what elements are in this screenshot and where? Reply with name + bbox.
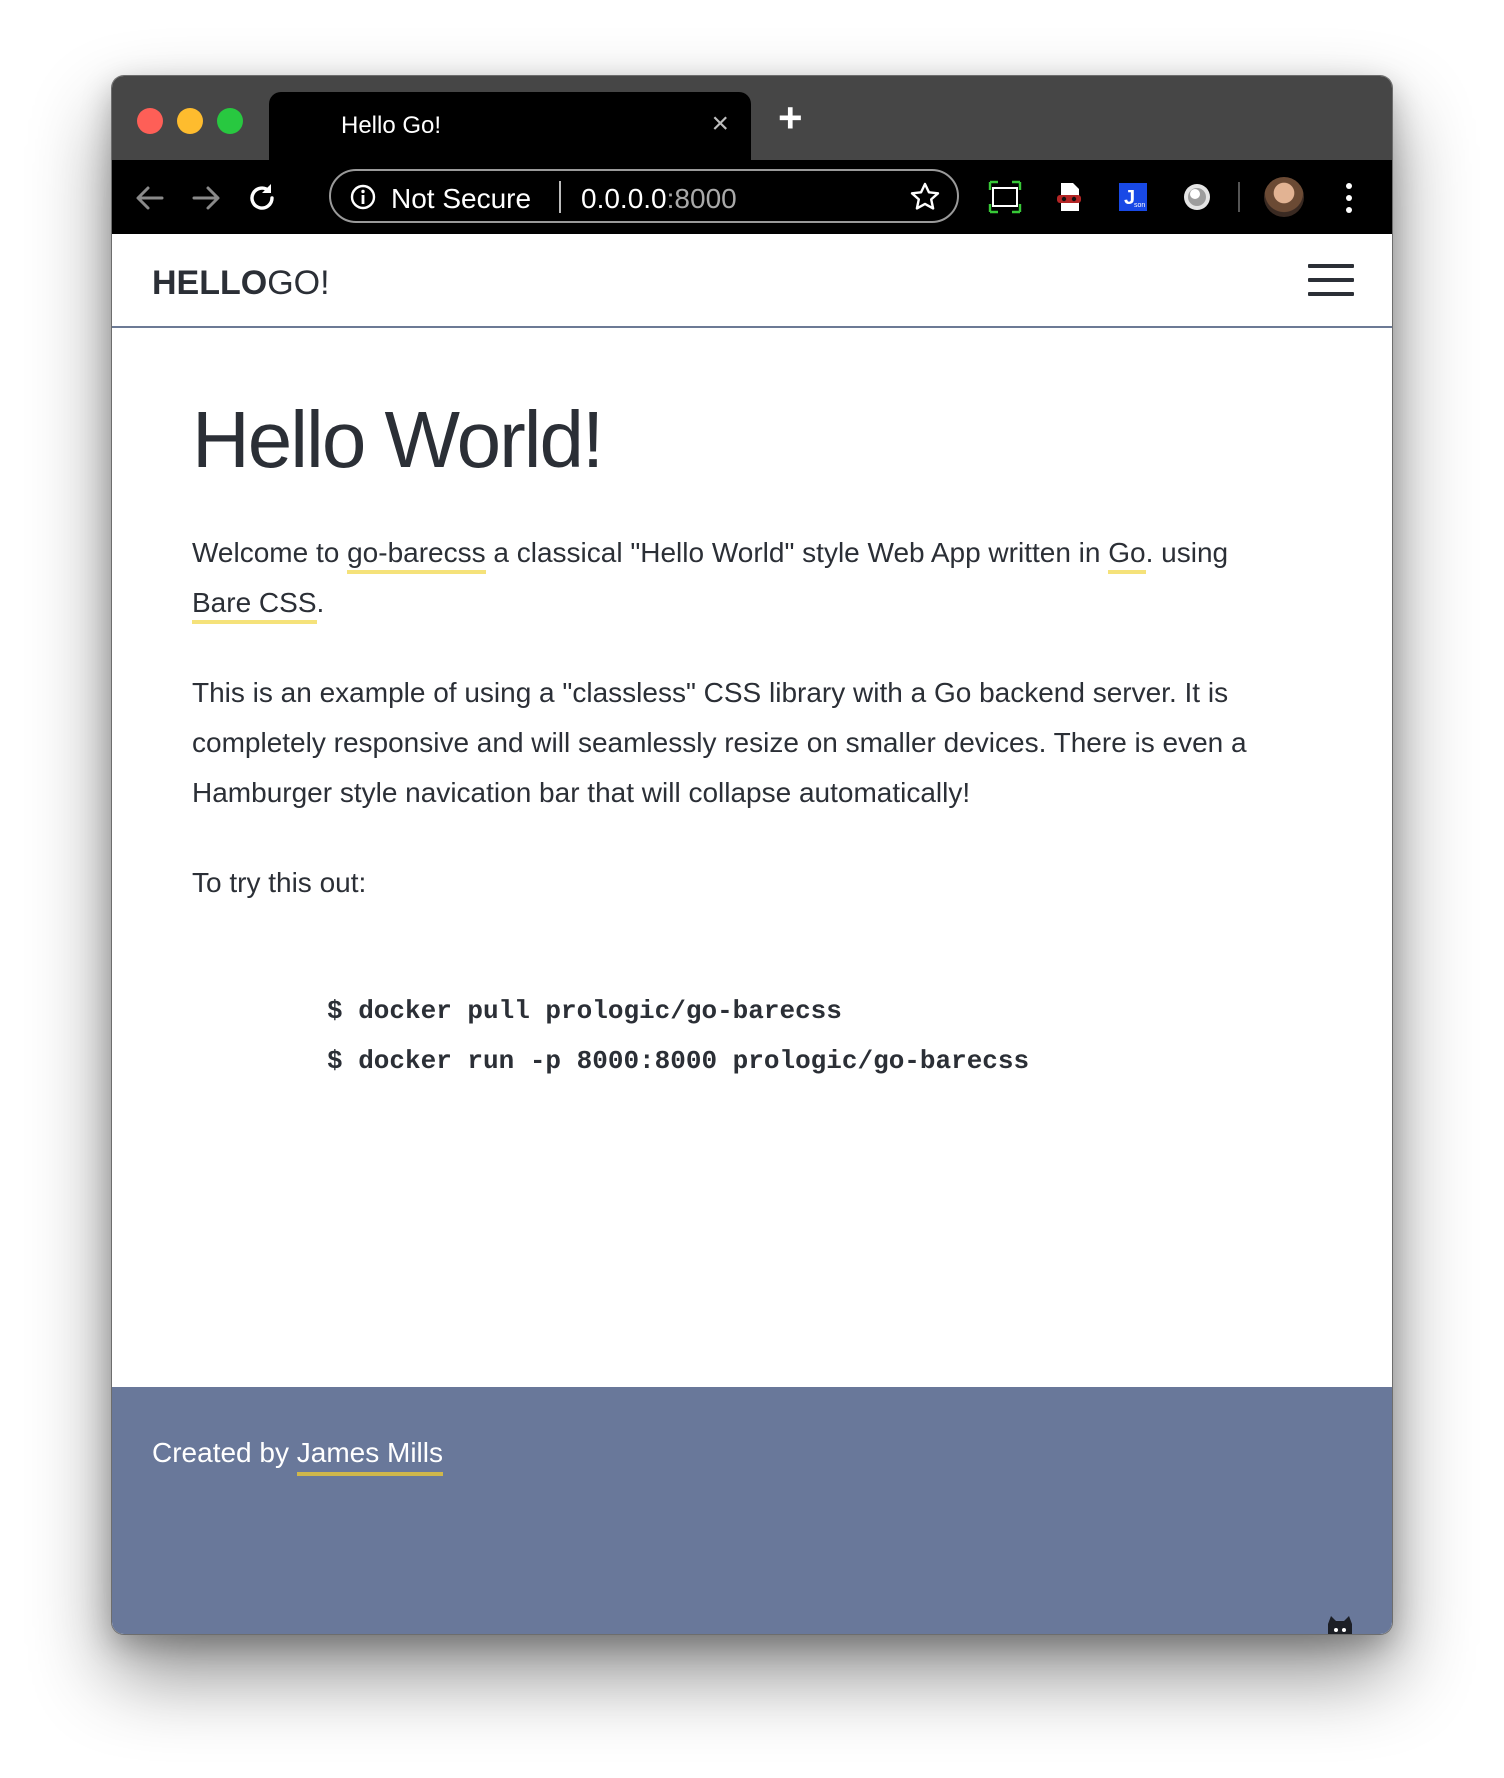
page-title: Hello World! — [192, 395, 604, 484]
site-footer: Created by James Mills — [112, 1387, 1392, 1634]
circle-extension-icon[interactable] — [1180, 180, 1214, 214]
hamburger-icon[interactable] — [1308, 264, 1354, 296]
code-line-2: $ docker run -p 8000:8000 prologic/go-ba… — [327, 1046, 1030, 1076]
brand-bold: HELLO — [152, 264, 268, 302]
close-window-button[interactable] — [137, 108, 163, 134]
forward-arrow-icon[interactable] — [186, 178, 226, 218]
url-port: :8000 — [666, 183, 737, 214]
tab-active[interactable]: Hello Go! × — [269, 92, 751, 160]
intro-text-3: . using — [1145, 537, 1229, 568]
new-tab-button[interactable]: + — [778, 97, 803, 139]
info-icon[interactable] — [349, 183, 377, 211]
tab-title: Hello Go! — [341, 112, 442, 139]
reload-icon[interactable] — [242, 178, 282, 218]
tab-close-icon[interactable]: × — [711, 107, 729, 141]
svg-text:son: son — [1134, 202, 1145, 209]
go-link[interactable]: Go — [1108, 537, 1146, 574]
tab-strip: Hello Go! × + — [112, 76, 1392, 160]
intro-paragraph: Welcome to go-barecss a classical "Hello… — [192, 528, 1272, 628]
site-brand[interactable]: HELLOGO! — [152, 264, 330, 303]
omnibox-divider — [559, 181, 561, 213]
footer-credit: Created by James Mills — [152, 1437, 443, 1476]
browser-toolbar: Not Secure 0.0.0.0:8000 Json — [112, 160, 1392, 234]
url-host: 0.0.0.0 — [581, 183, 667, 214]
maximize-window-button[interactable] — [217, 108, 243, 134]
site-navbar: HELLOGO! — [112, 234, 1392, 328]
code-block: $ docker pull prologic/go-barecss $ dock… — [327, 986, 1272, 1086]
github-icon[interactable] — [1324, 1614, 1356, 1634]
bare-css-link[interactable]: Bare CSS — [192, 587, 317, 624]
web-page: HELLOGO! Hello World! Welcome to go-bare… — [112, 234, 1392, 1634]
minimize-window-button[interactable] — [177, 108, 203, 134]
address-bar[interactable]: Not Secure 0.0.0.0:8000 — [329, 169, 959, 223]
profile-avatar[interactable] — [1264, 177, 1304, 217]
intro-text-2: a classical "Hello World" style Web App … — [485, 537, 1109, 568]
brand-rest: GO! — [267, 264, 330, 302]
description-paragraph: This is an example of using a "classless… — [192, 677, 1247, 808]
browser-window: Hello Go! × + Not Secure 0.0.0.0:8000 Js… — [112, 76, 1392, 1634]
go-barecss-link[interactable]: go-barecss — [347, 537, 486, 574]
author-link[interactable]: James Mills — [296, 1437, 443, 1476]
json-extension-icon[interactable]: Json — [1116, 180, 1150, 214]
toolbar-divider — [1238, 182, 1240, 212]
intro-text-4: . — [316, 587, 325, 618]
url-text[interactable]: 0.0.0.0:8000 — [581, 183, 737, 215]
back-arrow-icon[interactable] — [130, 178, 170, 218]
main-content: Hello World! Welcome to go-barecss a cla… — [192, 384, 1272, 1086]
try-it-paragraph: To try this out: — [192, 867, 367, 898]
menu-dots-icon[interactable] — [1344, 178, 1354, 218]
code-line-1: $ docker pull prologic/go-barecss — [327, 996, 842, 1026]
star-icon[interactable] — [909, 181, 941, 213]
footer-credit-label: Created by — [152, 1437, 297, 1468]
screenshot-extension-icon[interactable] — [988, 180, 1022, 214]
privacy-extension-icon[interactable] — [1052, 180, 1086, 214]
security-status[interactable]: Not Secure — [391, 183, 531, 215]
intro-text-1: Welcome to — [192, 537, 348, 568]
